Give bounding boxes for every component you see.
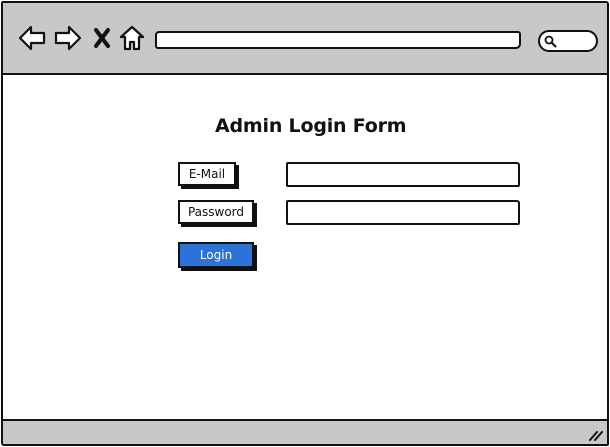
page-title: Admin Login Form [215,115,407,137]
login-button[interactable]: Login [178,242,254,268]
resize-grip-icon[interactable] [587,426,603,442]
forward-arrow-icon[interactable] [53,23,83,53]
search-input[interactable] [538,30,598,52]
browser-toolbar [3,3,607,75]
status-bar [3,419,607,444]
email-field[interactable] [286,162,520,187]
browser-window: Admin Login Form E-Mail Password Login [1,1,609,446]
home-icon[interactable] [117,23,147,53]
password-label: Password [178,200,254,224]
address-bar[interactable] [155,31,521,49]
close-x-icon[interactable] [88,23,118,53]
password-field[interactable] [286,200,520,225]
back-arrow-icon[interactable] [17,23,47,53]
search-icon [544,35,557,48]
email-label: E-Mail [178,162,236,186]
